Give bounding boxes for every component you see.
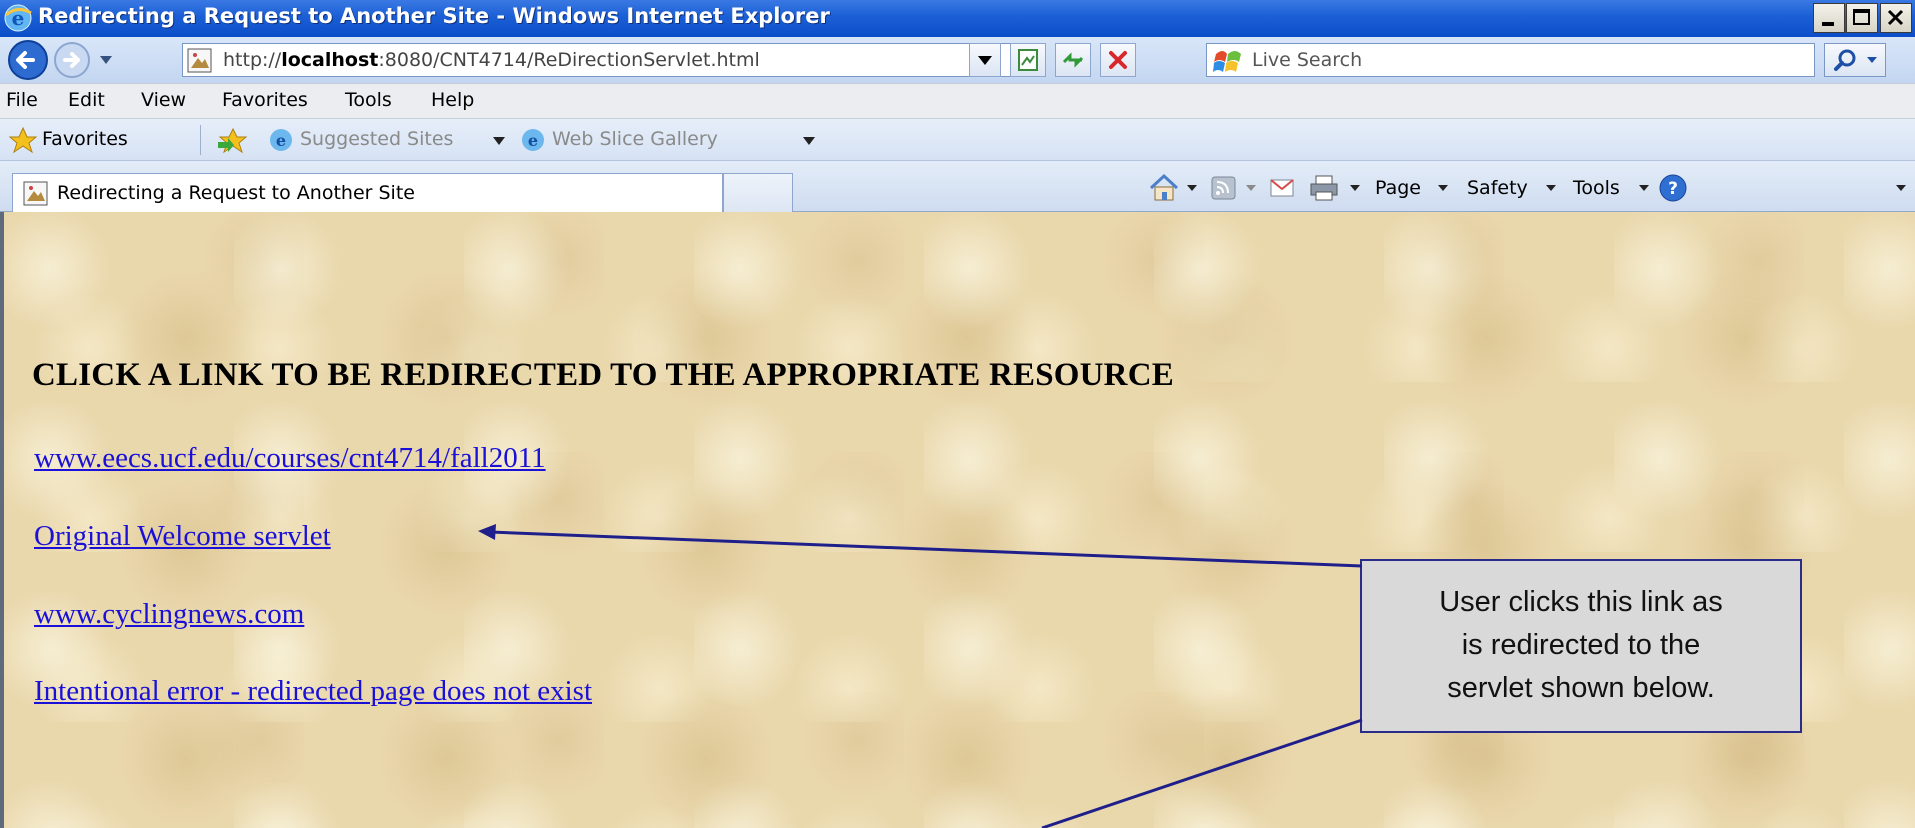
annotation-arrows <box>478 524 1363 828</box>
annotation-arrow-line <box>489 530 1363 568</box>
arrowhead-icon <box>478 524 496 540</box>
browser-window: e Redirecting a Request to Another Site … <box>0 0 1915 828</box>
annotation-arrow-line <box>1041 718 1363 828</box>
